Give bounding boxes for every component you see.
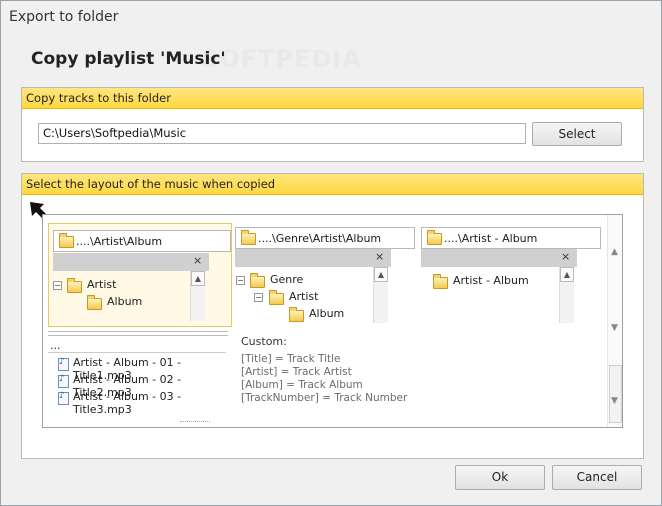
export-dialog: Export to folder SOFTPEDIA Copy playlist… [0,0,662,506]
audio-file-icon [58,374,69,388]
layout-pattern-text: ....\Artist - Album [444,232,538,245]
tree-item-genre: Genre [270,273,304,286]
folder-icon [289,307,304,322]
audio-file-icon [58,391,69,405]
preview-scrollbar[interactable]: ▲ [373,267,388,323]
audio-file-icon [58,357,69,371]
layout-option-artist-album[interactable]: ....\Artist\Album × − Artist Album ▲ [48,223,232,327]
folder-icon [241,230,256,245]
divider [48,352,226,353]
custom-label: Custom: [241,335,287,348]
tree-item-artist: Artist [87,278,117,291]
title-bar: Export to folder [1,1,661,33]
scroll-hint [180,421,210,424]
select-folder-button[interactable]: Select [532,122,622,146]
window-title: Export to folder [9,9,119,25]
layout-option-genre-artist-album[interactable]: ....\Genre\Artist\Album × − Genre − Arti… [235,227,415,325]
copy-folder-group-header: Copy tracks to this folder [22,88,643,109]
panel-divider [48,331,228,336]
close-icon[interactable]: × [561,250,570,263]
tree-item-artist: Artist [289,290,319,303]
layout-pattern-combo: ....\Genre\Artist\Album [235,227,415,249]
scroll-up-icon[interactable]: ▲ [374,267,388,282]
layout-group-title: Select the layout of the music when copi… [26,177,276,191]
preview-scrollbar[interactable]: ▲ [190,271,205,321]
folder-icon [427,230,442,245]
preview-scrollbar[interactable]: ▲ [559,267,574,323]
tree-item-album: Album [107,295,143,308]
layout-option-artist-dash-album[interactable]: ....\Artist - Album × Artist - Album ▲ [421,227,603,325]
custom-hint-title: [Title] = Track Title [241,353,341,365]
collapse-icon[interactable]: − [254,293,263,302]
scroll-down-icon[interactable]: ▼ [611,396,618,406]
layout-group-header: Select the layout of the music when copi… [22,174,643,195]
collapse-icon[interactable]: − [53,281,62,290]
folder-icon [59,233,74,248]
copy-folder-group-title: Copy tracks to this folder [26,91,171,105]
custom-hint-tracknumber: [TrackNumber] = Track Number [241,392,408,404]
close-icon[interactable]: × [375,250,384,263]
folder-icon [250,273,265,288]
layout-pattern-text: ....\Genre\Artist\Album [258,232,382,245]
scroll-up-icon[interactable]: ▲ [560,267,574,282]
custom-hint-artist: [Artist] = Track Artist [241,366,352,378]
collapse-icon[interactable]: − [236,276,245,285]
layout-scrollbar[interactable]: ▲ ▼ ▼ [607,215,622,427]
layout-group: Select the layout of the music when copi… [21,173,644,459]
scroll-up-icon[interactable]: ▲ [611,247,618,257]
close-icon[interactable]: × [193,254,202,267]
page-title: Copy playlist 'Music' [31,49,226,69]
parent-ellipsis: ... [50,339,61,352]
preview-header-band: × [235,249,391,267]
files-preview-panel: ... Artist - Album - 01 - Title1.mp3 Art… [48,331,230,427]
folder-icon [87,295,102,310]
preview-header-band: × [421,249,577,267]
custom-hint-album: [Album] = Track Album [241,379,363,391]
ok-button[interactable]: Ok [455,465,545,490]
scroll-down-icon[interactable]: ▼ [611,323,618,333]
layout-pattern-combo: ....\Artist\Album [53,230,231,252]
folder-path-input[interactable]: C:\Users\Softpedia\Music [38,123,526,144]
folder-icon [433,274,448,289]
layout-pattern-text: ....\Artist\Album [76,235,163,248]
copy-folder-group: Copy tracks to this folder C:\Users\Soft… [21,87,644,162]
folder-icon [67,278,82,293]
file-item: Artist - Album - 03 - Title3.mp3 [73,390,182,416]
dialog-content: SOFTPEDIA Copy playlist 'Music' Copy tra… [1,33,661,505]
folder-icon [269,290,284,305]
scroll-thumb[interactable] [609,365,622,423]
layout-pattern-combo: ....\Artist - Album [421,227,601,249]
tree-item-artist-album: Artist - Album [453,274,529,287]
cancel-button[interactable]: Cancel [552,465,642,490]
tree-item-album: Album [309,307,345,320]
layout-options-area: ....\Artist\Album × − Artist Album ▲ ...… [42,214,623,428]
scroll-up-icon[interactable]: ▲ [191,271,205,286]
preview-header-band: × [53,253,209,271]
